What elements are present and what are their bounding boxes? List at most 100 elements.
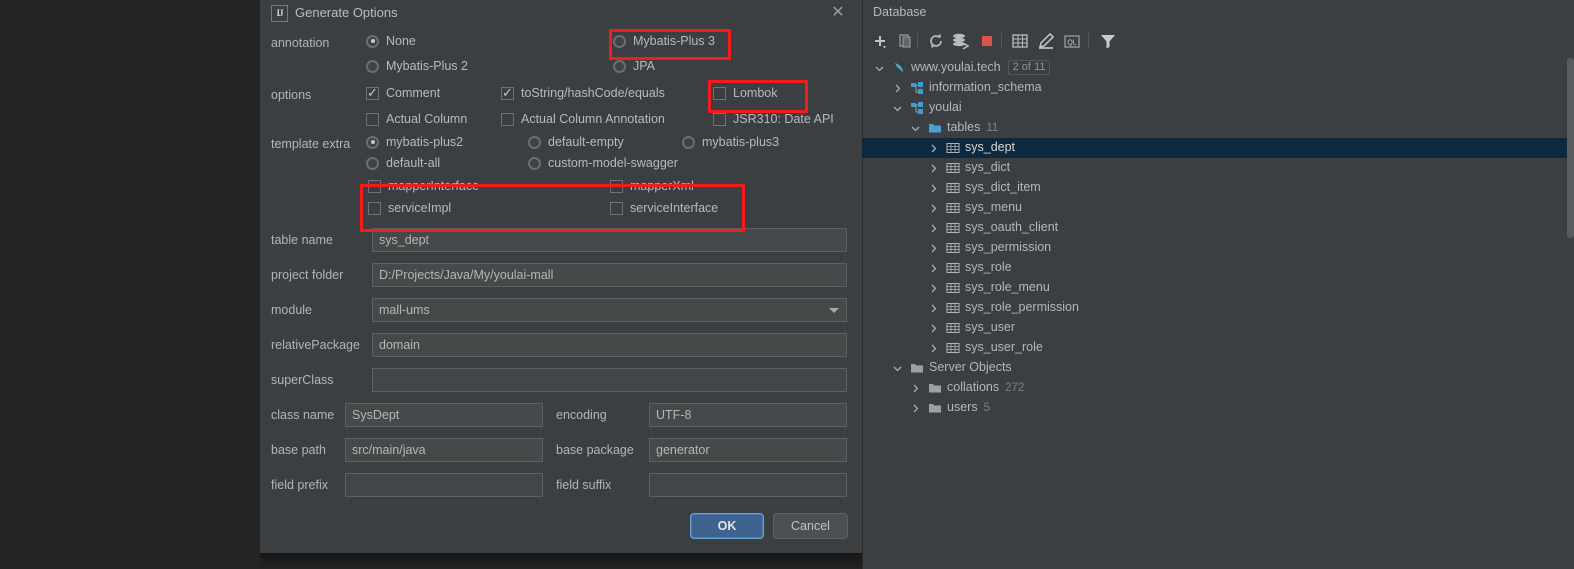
checkbox-lombok[interactable]: Lombok: [713, 86, 777, 100]
tree-node-label: sys_dict_item: [965, 180, 1041, 194]
chevron-down-icon[interactable]: [829, 308, 839, 313]
duplicate-icon[interactable]: [894, 30, 916, 52]
chevron-down-icon[interactable]: [910, 123, 921, 134]
checkbox-jsr310-date-api[interactable]: JSR310: Date API: [713, 112, 834, 126]
chevron-right-icon[interactable]: [928, 143, 939, 154]
chevron-right-icon[interactable]: [928, 243, 939, 254]
dialog-title: Generate Options: [295, 5, 398, 20]
checkbox-service-interface[interactable]: serviceInterface: [610, 201, 718, 215]
radio-annotation-mybatis-plus-3[interactable]: Mybatis-Plus 3: [613, 34, 715, 48]
tree-node[interactable]: sys_role_permission: [862, 298, 1574, 318]
database-panel-header: Database: [862, 0, 1574, 26]
radio-template-default-all[interactable]: default-all: [366, 156, 440, 170]
chevron-down-icon[interactable]: [874, 63, 885, 74]
radio-icon: [366, 59, 379, 73]
tree-node[interactable]: sys_role_menu: [862, 278, 1574, 298]
project-folder-input[interactable]: D:/Projects/Java/My/youlai-mall: [372, 263, 847, 287]
chevron-right-icon[interactable]: [928, 203, 939, 214]
tree-node[interactable]: sys_role: [862, 258, 1574, 278]
options-label: options: [271, 88, 312, 102]
tree-node-label: sys_user: [965, 320, 1016, 334]
relative-package-input[interactable]: domain: [372, 333, 847, 357]
table-name-input[interactable]: sys_dept: [372, 228, 847, 252]
checkbox-tostring-hashcode-equals[interactable]: toString/hashCode/equals: [501, 84, 665, 101]
chevron-right-icon[interactable]: [928, 323, 939, 334]
field-suffix-input[interactable]: [649, 473, 847, 497]
tree-node[interactable]: Server Objects: [862, 358, 1574, 378]
module-label: module: [271, 303, 312, 317]
checkbox-icon: [713, 112, 726, 126]
radio-annotation-mybatis-plus-2[interactable]: Mybatis-Plus 2: [366, 59, 468, 73]
chevron-right-icon[interactable]: [910, 403, 921, 414]
chevron-right-icon[interactable]: [928, 283, 939, 294]
table-icon: [946, 141, 960, 155]
radio-template-mybatis-plus3[interactable]: mybatis-plus3: [682, 135, 779, 149]
chevron-right-icon[interactable]: [928, 183, 939, 194]
tree-node[interactable]: users 5: [862, 398, 1574, 418]
radio-template-default-empty[interactable]: default-empty: [528, 135, 624, 149]
radio-annotation-none[interactable]: None: [366, 34, 416, 48]
base-path-input[interactable]: src/main/java: [345, 438, 543, 462]
tree-node[interactable]: collations 272: [862, 378, 1574, 398]
add-icon[interactable]: [870, 30, 892, 52]
radio-template-mybatis-plus2[interactable]: mybatis-plus2: [366, 135, 463, 149]
cancel-button[interactable]: Cancel: [773, 513, 848, 539]
chevron-down-icon[interactable]: [892, 103, 903, 114]
module-selected-value: mall-ums: [379, 303, 430, 317]
tree-node[interactable]: sys_menu: [862, 198, 1574, 218]
checkbox-actual-column-annotation[interactable]: Actual Column Annotation: [501, 112, 665, 126]
table-icon: [946, 261, 960, 275]
encoding-input[interactable]: UTF-8: [649, 403, 847, 427]
module-select[interactable]: mall-ums: [372, 298, 847, 322]
chevron-down-icon[interactable]: [892, 363, 903, 374]
refresh-icon[interactable]: [925, 30, 947, 52]
checkbox-comment[interactable]: Comment: [366, 84, 440, 101]
radio-icon: [366, 135, 379, 149]
tree-node[interactable]: sys_oauth_client: [862, 218, 1574, 238]
tree-node[interactable]: information_schema: [862, 78, 1574, 98]
checkbox-service-impl[interactable]: serviceImpl: [368, 201, 451, 215]
tree-node[interactable]: www.youlai.tech 2 of 11: [862, 58, 1574, 78]
tree-node[interactable]: tables 11: [862, 118, 1574, 138]
checkbox-mapper-xml[interactable]: mapperXml: [610, 179, 694, 193]
ok-button[interactable]: OK: [690, 513, 764, 539]
database-tree[interactable]: www.youlai.tech 2 of 11 information_schema…: [862, 58, 1574, 418]
base-package-input[interactable]: generator: [649, 438, 847, 462]
table-icon: [946, 221, 960, 235]
tree-node[interactable]: sys_permission: [862, 238, 1574, 258]
class-name-input[interactable]: SysDept: [345, 403, 543, 427]
edit-icon[interactable]: [1035, 30, 1057, 52]
super-class-input[interactable]: [372, 368, 847, 392]
radio-label: None: [386, 34, 416, 48]
tree-node[interactable]: sys_user_role: [862, 338, 1574, 358]
radio-annotation-jpa[interactable]: JPA: [613, 59, 655, 73]
table-view-icon[interactable]: [1009, 30, 1031, 52]
checkbox-label: toString/hashCode/equals: [521, 86, 665, 100]
close-icon[interactable]: ✕: [829, 4, 847, 22]
checkbox-actual-column[interactable]: Actual Column: [366, 112, 467, 126]
chevron-right-icon[interactable]: [928, 223, 939, 234]
sync-ddl-icon[interactable]: [950, 30, 972, 52]
chevron-right-icon[interactable]: [928, 343, 939, 354]
chevron-right-icon[interactable]: [892, 83, 903, 94]
tree-node[interactable]: sys_dict: [862, 158, 1574, 178]
table-icon: [946, 321, 960, 335]
radio-template-custom-model-swagger[interactable]: custom-model-swagger: [528, 156, 678, 170]
query-console-icon[interactable]: QL: [1061, 30, 1083, 52]
chevron-right-icon[interactable]: [910, 383, 921, 394]
chevron-right-icon[interactable]: [928, 263, 939, 274]
tree-scrollbar[interactable]: [1567, 58, 1574, 238]
tree-node[interactable]: youlai: [862, 98, 1574, 118]
radio-icon: [528, 156, 541, 170]
tree-node[interactable]: sys_user: [862, 318, 1574, 338]
tree-node-count: 5: [983, 402, 990, 414]
checkbox-mapper-interface[interactable]: mapperInterface: [368, 179, 479, 193]
dialog-titlebar: IJ Generate Options ✕: [260, 0, 862, 28]
stop-icon[interactable]: [976, 30, 998, 52]
field-prefix-input[interactable]: [345, 473, 543, 497]
chevron-right-icon[interactable]: [928, 163, 939, 174]
tree-node[interactable]: sys_dict_item: [862, 178, 1574, 198]
tree-node[interactable]: sys_dept: [862, 138, 1574, 158]
filter-icon[interactable]: [1097, 30, 1119, 52]
chevron-right-icon[interactable]: [928, 303, 939, 314]
